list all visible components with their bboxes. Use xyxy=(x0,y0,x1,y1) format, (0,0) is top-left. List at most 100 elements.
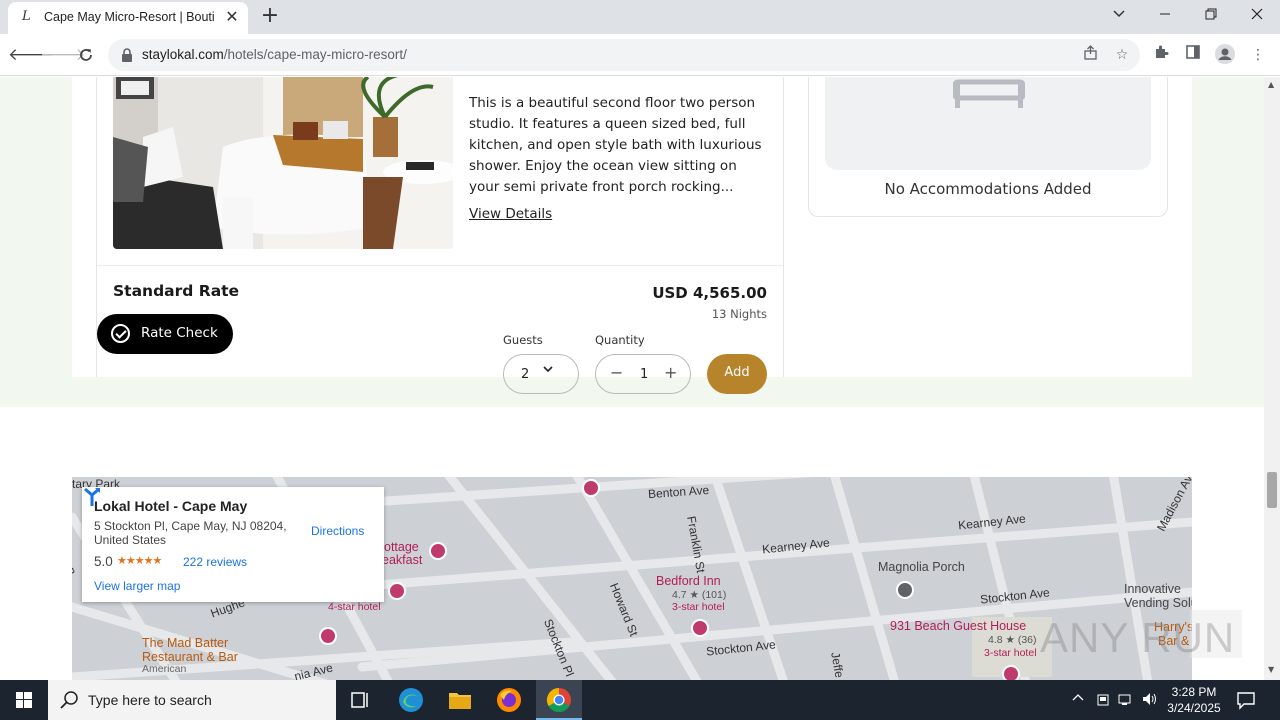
system-clock[interactable]: 3:28 PM 3/24/2025 xyxy=(1160,684,1228,716)
google-map[interactable]: Benton Ave Franklin St Kearney Ave Kearn… xyxy=(72,477,1192,680)
place-address: 5 Stockton Pl, Cape May, NJ 08204, Unite… xyxy=(94,519,294,547)
url-path: /hotels/cape-may-micro-resort/ xyxy=(223,47,407,62)
address-line: United States xyxy=(94,533,167,547)
close-window-button[interactable] xyxy=(1244,4,1270,28)
chevron-down-icon xyxy=(543,364,553,377)
tab-close-icon[interactable]: ✕ xyxy=(222,7,242,27)
chrome-icon[interactable] xyxy=(545,686,573,714)
url-text: staylokal.com/hotels/cape-may-micro-reso… xyxy=(142,47,407,62)
plus-icon[interactable]: + xyxy=(664,363,677,382)
clock-date: 3/24/2025 xyxy=(1167,701,1221,715)
poi-name[interactable]: Magnolia Porch xyxy=(878,561,965,574)
rate-check-label: Rate Check xyxy=(141,325,218,341)
taskbar-search[interactable]: Type here to search xyxy=(48,680,336,720)
directions-link[interactable]: Directions xyxy=(311,524,364,538)
tab-active[interactable]: L Cape May Micro-Resort | Boutique ✕ xyxy=(8,2,248,34)
rate-nights: 13 Nights xyxy=(711,307,767,321)
address-line: 5 Stockton Pl, Cape May, NJ 08204, xyxy=(94,519,287,533)
address-bar[interactable]: staylokal.com/hotels/cape-may-micro-reso… xyxy=(108,39,1140,71)
scroll-up-icon[interactable]: ▲ xyxy=(1268,80,1274,89)
poi-category: American xyxy=(142,663,187,675)
scroll-down-icon[interactable]: ▼ xyxy=(1268,665,1274,674)
forward-icon[interactable]: 🡒 xyxy=(40,42,86,68)
hotel-pin-icon[interactable] xyxy=(582,479,600,497)
quantity-label: Quantity xyxy=(595,333,645,347)
task-view-icon[interactable] xyxy=(346,686,374,714)
guests-label: Guests xyxy=(503,333,543,347)
clock-time: 3:28 PM xyxy=(1171,685,1217,699)
site-favicon-icon: L xyxy=(22,9,31,24)
menu-kebab-icon[interactable]: ⋮ xyxy=(1247,44,1269,66)
scrollbar-thumb[interactable] xyxy=(1267,472,1277,508)
meet-now-icon[interactable] xyxy=(1096,692,1110,709)
hotel-pin-icon[interactable] xyxy=(388,582,406,600)
reviews-link[interactable]: 222 reviews xyxy=(183,555,247,569)
firefox-icon[interactable] xyxy=(495,686,523,714)
back-icon[interactable]: 🡐 xyxy=(8,42,54,68)
file-explorer-icon[interactable] xyxy=(446,686,474,714)
poi-name[interactable]: The Mad Batter xyxy=(142,637,228,650)
start-button[interactable] xyxy=(0,680,48,720)
volume-icon[interactable] xyxy=(1142,692,1158,709)
url-host: staylokal.com xyxy=(142,47,224,62)
hotel-pin-icon[interactable] xyxy=(319,627,337,645)
page-scrollbar[interactable]: ▲ ▼ xyxy=(1264,77,1280,680)
rate-check-button[interactable]: Rate Check xyxy=(97,314,233,354)
notification-icon[interactable] xyxy=(1236,690,1256,710)
room-description: This is a beautiful second floor two per… xyxy=(469,95,762,195)
share-icon[interactable] xyxy=(1080,45,1100,65)
hotel-pin-icon[interactable] xyxy=(429,542,447,560)
anyrun-watermark: ANY RUN xyxy=(1040,608,1246,664)
poi-class: 3-star hotel xyxy=(672,601,725,613)
place-rating: 5.0 xyxy=(94,554,113,569)
extensions-icon[interactable] xyxy=(1150,44,1172,66)
rate-title: Standard Rate xyxy=(113,282,240,300)
show-hidden-icons-icon[interactable] xyxy=(1072,692,1084,707)
add-button[interactable]: Add xyxy=(707,354,767,394)
room-photo[interactable] xyxy=(113,77,453,249)
place-title: Lokal Hotel - Cape May xyxy=(94,498,248,514)
poi-name[interactable]: Innovative xyxy=(1124,583,1181,596)
poi-name[interactable]: Bedford Inn xyxy=(656,575,721,588)
minimize-button[interactable] xyxy=(1152,4,1178,28)
poi-name[interactable]: 931 Beach Guest House xyxy=(890,620,1026,633)
empty-placeholder xyxy=(825,77,1151,170)
bed-icon xyxy=(953,79,1025,108)
directions-icon[interactable] xyxy=(82,487,102,507)
view-details-link[interactable]: View Details xyxy=(469,206,552,222)
tab-search-icon[interactable] xyxy=(1106,4,1132,28)
poi-rating: 4.8 ★ (36) xyxy=(988,634,1037,646)
guests-select[interactable]: 2 xyxy=(503,354,579,394)
hotel-pin-icon[interactable] xyxy=(691,619,709,637)
poi-name[interactable]: eakfast xyxy=(382,554,422,567)
watermark-text: ANY RUN xyxy=(1040,614,1236,661)
accommodations-summary: No Accommodations Added xyxy=(808,77,1168,217)
restore-button[interactable] xyxy=(1198,4,1224,28)
place-pin-icon[interactable] xyxy=(896,581,914,599)
quantity-stepper[interactable]: − 1 + xyxy=(595,354,691,394)
browser-toolbar: 🡐 🡒 staylokal.com/hotels/cape-may-micro-… xyxy=(0,34,1280,76)
edge-icon[interactable] xyxy=(397,686,425,714)
tab-strip: L Cape May Micro-Resort | Boutique ✕ + xyxy=(0,0,1280,34)
room-card: This is a beautiful second floor two per… xyxy=(96,77,784,394)
view-larger-map-link[interactable]: View larger map xyxy=(94,579,180,593)
windows-taskbar: Type here to search 3:28 PM 3/24/2025 xyxy=(0,680,1280,720)
hotel-pin-icon[interactable] xyxy=(1002,665,1020,680)
card-divider xyxy=(97,265,783,266)
check-circle-icon xyxy=(111,324,130,343)
profile-avatar-icon[interactable] xyxy=(1214,44,1236,66)
new-tab-button[interactable]: + xyxy=(258,4,282,28)
side-panel-icon[interactable] xyxy=(1182,44,1204,66)
tab-title: Cape May Micro-Resort | Boutique xyxy=(44,10,214,24)
reload-icon[interactable] xyxy=(73,42,99,68)
minus-icon[interactable]: − xyxy=(610,363,623,382)
map-info-card: Lokal Hotel - Cape May 5 Stockton Pl, Ca… xyxy=(82,487,384,602)
rating-stars-icon: ★★★★★ xyxy=(117,554,162,567)
windows-logo-icon xyxy=(16,692,32,708)
bookmark-star-icon[interactable]: ☆ xyxy=(1112,45,1132,65)
page-viewport: This is a beautiful second floor two per… xyxy=(0,77,1264,680)
quantity-value: 1 xyxy=(640,367,649,382)
network-icon[interactable] xyxy=(1118,692,1134,709)
booking-section: This is a beautiful second floor two per… xyxy=(72,77,1192,394)
guests-value: 2 xyxy=(521,367,530,382)
